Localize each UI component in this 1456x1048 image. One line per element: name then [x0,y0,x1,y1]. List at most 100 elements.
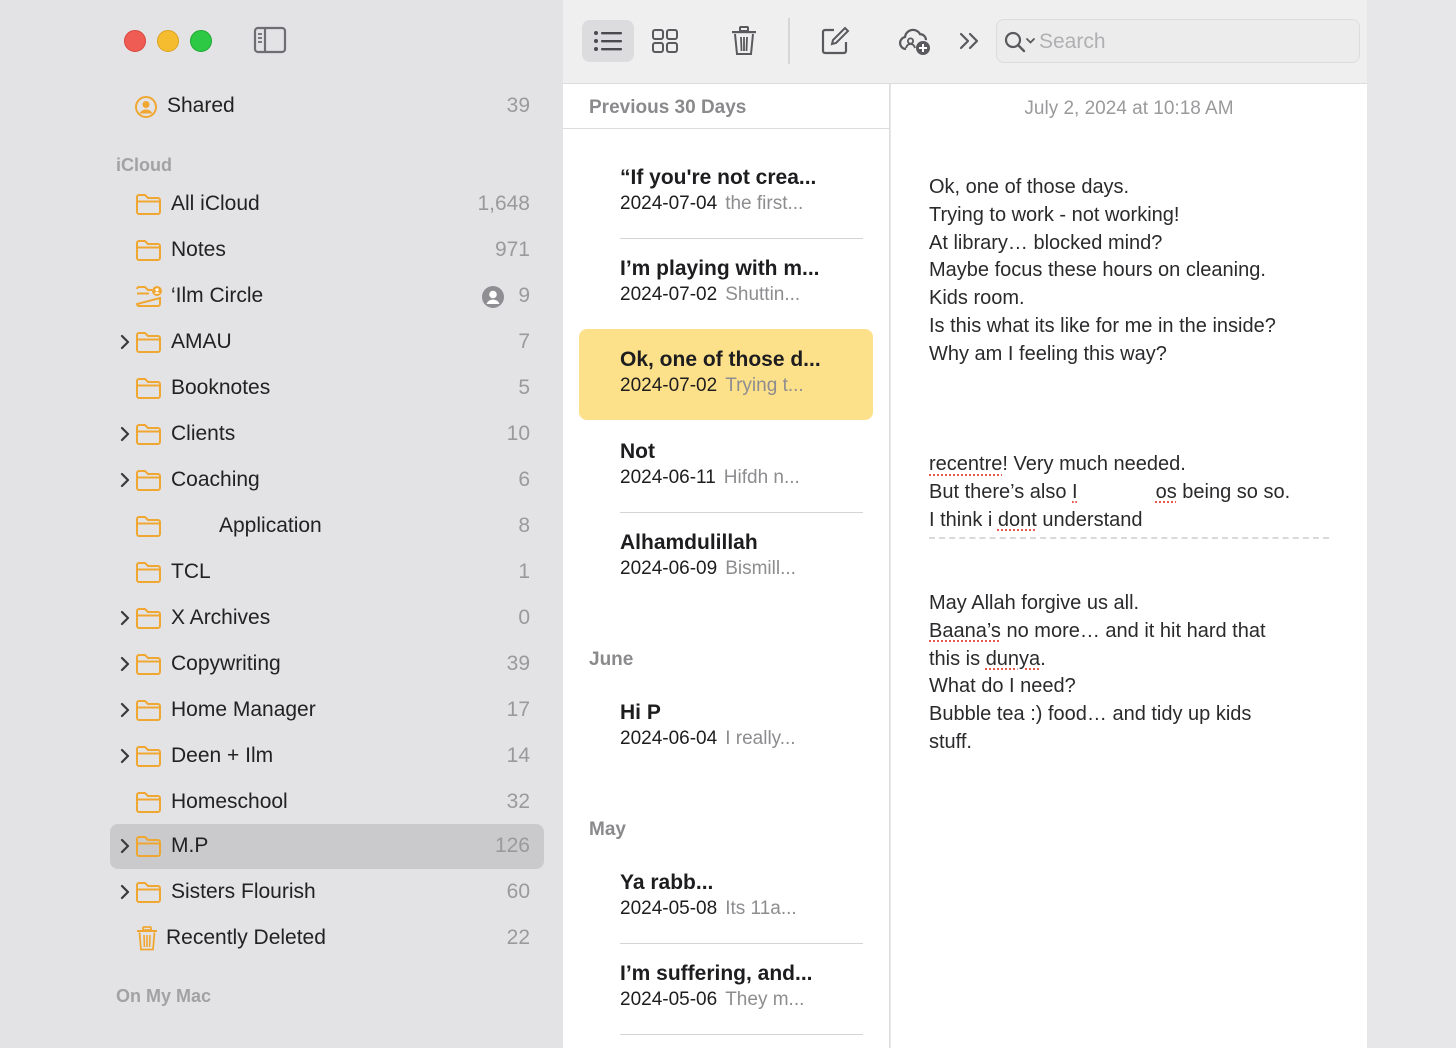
sidebar-item-count: 5 [518,376,530,399]
sidebar-item-count: 1 [518,560,530,583]
gallery-view-button[interactable] [639,20,691,62]
sidebar-item-booknotes[interactable]: Booknotes 5 [110,366,544,411]
note-line: What do I need? [929,675,1076,698]
note-preview: I really... [725,728,796,749]
sidebar-item-coaching[interactable]: Coaching 6 [110,458,544,503]
note-date-preview: 2024-07-04 the first... [620,193,803,215]
note-date-preview: 2024-07-02 Shuttin... [620,284,800,306]
more-toolbar-button[interactable] [945,20,993,62]
note-date: 2024-06-11 [620,467,716,488]
on-my-mac-section-header: On My Mac [116,986,212,1006]
note-preview: Its 11a... [725,898,797,919]
sidebar-toggle-icon[interactable] [252,24,288,56]
sidebar-item-label: M.P [171,834,209,857]
sidebar-item-label: Deen + Ilm [171,744,274,767]
sidebar-item-copywriting[interactable]: Copywriting 39 [110,642,544,687]
disclosure-chevron-icon[interactable] [118,424,132,444]
misspelled-word[interactable]: dunya [986,648,1041,670]
sidebar-item-label: Home Manager [171,698,316,721]
note-date: 2024-05-06 [620,989,718,1010]
note-preview: the first... [725,193,804,214]
redacted-text [1077,483,1156,502]
note-text: But there’s also [929,480,1073,503]
note-body-paragraph-2[interactable]: recentre! Very much needed. But there’s … [929,451,1349,534]
folder-icon [136,654,161,675]
misspelled-word[interactable]: dont [998,509,1037,531]
folder-icon [136,562,161,583]
sidebar-item-count: 0 [518,606,530,629]
note-line: At library… blocked mind? [929,231,1163,254]
note-line: Trying to work - not working! [929,203,1180,226]
note-text: ! Very much needed. [1002,453,1186,475]
delete-button[interactable] [718,20,770,62]
note-body-paragraph-3[interactable]: May Allah forgive us all. Baana’s no mor… [929,590,1349,757]
misspelled-word[interactable]: os [1156,481,1177,503]
note-line: Ok, one of those days. [929,176,1130,198]
note-list-item[interactable]: “If you're not crea... 2024-07-04 the firs… [579,147,873,239]
note-timestamp: July 2, 2024 at 10:18 AM [1024,98,1234,119]
note-text: this is [929,647,986,670]
list-view-button[interactable] [582,20,634,62]
window-background [1367,0,1456,1048]
collaborate-icon [899,28,930,55]
note-editor[interactable]: July 2, 2024 at 10:18 AM Ok, one of thos… [891,84,1367,1048]
disclosure-chevron-icon[interactable] [118,332,132,352]
collaborate-button[interactable] [889,20,941,62]
sidebar-item-label: TCL [171,560,211,583]
disclosure-chevron-icon[interactable] [118,836,132,856]
misspelled-word[interactable]: recentre [929,453,1002,475]
close-window-button[interactable] [124,30,146,52]
sidebar-item-count: 126 [494,834,530,857]
minimize-window-button[interactable] [157,30,179,52]
disclosure-chevron-icon[interactable] [118,654,132,674]
toolbar [563,0,1367,84]
sidebar-item-x-archives[interactable]: X Archives 0 [110,596,544,641]
sidebar-item-recently-deleted[interactable]: Recently Deleted 22 [110,916,544,961]
note-list-item[interactable]: Not 2024-06-11 Hifdh n... [579,421,873,513]
disclosure-chevron-icon[interactable] [118,470,132,490]
note-list-item[interactable]: I’m suffering, and... 2024-05-06 They m... [579,943,873,1035]
disclosure-chevron-icon[interactable] [118,700,132,720]
note-title: “If you're not crea... [620,166,817,189]
sidebar-item-application[interactable]: Application 8 [110,504,544,549]
note-line: recentre! Very much needed. [929,451,1349,479]
search-input[interactable] [1039,26,1339,58]
misspelled-word[interactable]: Baana’s [929,620,1001,642]
note-date-preview: 2024-05-08 Its 11a... [620,898,797,920]
sidebar-item-home-manager[interactable]: Home Manager 17 [110,688,544,733]
note-list-item[interactable]: Ya rabb... 2024-05-08 Its 11a... [579,852,873,944]
sidebar-item-label: Homeschool [171,790,288,813]
sidebar-item-all-icloud[interactable]: All iCloud 1,648 [110,182,544,227]
sidebar: Shared 39 iCloud All iCloud 1,648 Notes 971… [0,0,563,1048]
sidebar-item-homeschool[interactable]: Homeschool 32 [110,780,544,825]
sidebar-item-shared[interactable]: Shared 39 [110,84,544,129]
sidebar-item-deen-ilm[interactable]: Deen + Ilm 14 [110,734,544,779]
sidebar-item-label: Shared [167,94,235,117]
note-line: this is dunya. [929,646,1349,674]
sidebar-item-label: AMAU [171,330,232,353]
sidebar-item-ilm-circle[interactable]: ‘Ilm Circle 9 [110,274,544,319]
disclosure-chevron-icon[interactable] [118,746,132,766]
folder-icon [136,378,161,399]
disclosure-chevron-icon[interactable] [118,608,132,628]
zoom-window-button[interactable] [190,30,212,52]
sidebar-item-sisters-flourish[interactable]: Sisters Flourish 60 [110,870,544,915]
note-list-item[interactable]: Hi P 2024-06-04 I really... [579,682,873,773]
disclosure-chevron-icon[interactable] [118,882,132,902]
note-list-item[interactable]: I’m playing with m... 2024-07-02 Shuttin..… [579,238,873,330]
note-date-preview: 2024-07-02 Trying t... [620,375,804,397]
sidebar-item-m-p[interactable]: M.P 126 [110,824,544,869]
sidebar-item-clients[interactable]: Clients 10 [110,412,544,457]
note-line: But there’s also Ios being so so. [929,479,1349,507]
note-body-paragraph-1[interactable]: Ok, one of those days. Trying to work - n… [929,174,1349,369]
section-header-may: May [589,819,626,840]
sidebar-item-label: Sisters Flourish [171,880,316,903]
sidebar-item-tcl[interactable]: TCL 1 [110,550,544,595]
search-field[interactable] [996,19,1360,63]
trash-icon [137,926,157,951]
sidebar-item-amau[interactable]: AMAU 7 [110,320,544,365]
note-list-item[interactable]: Alhamdulillah 2024-06-09 Bismill... [579,512,873,603]
compose-button[interactable] [809,20,861,62]
note-list-item[interactable]: Ok, one of those d... 2024-07-02 Trying t.… [579,329,873,420]
sidebar-item-notes[interactable]: Notes 971 [110,228,544,273]
